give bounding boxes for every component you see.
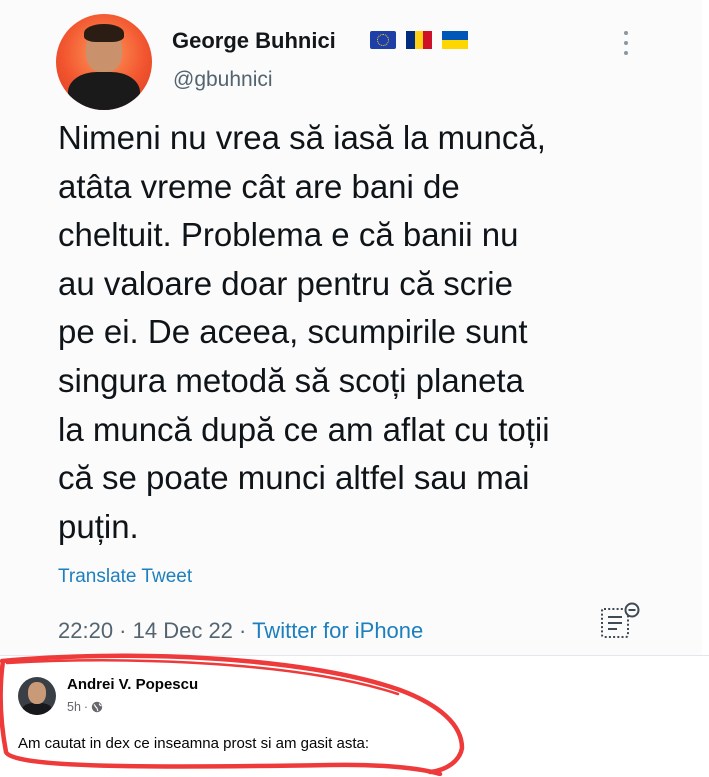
romania-flag-icon (406, 31, 433, 49)
more-options-icon[interactable] (619, 31, 633, 55)
tweet-text: Nimeni nu vrea să iasă la muncă, atâta v… (58, 119, 550, 545)
tweet-date: 14 Dec 22 (132, 618, 233, 643)
avatar-body (68, 72, 140, 110)
post-author-name[interactable]: Andrei V. Popescu (67, 676, 198, 693)
post-time[interactable]: 5h (67, 700, 81, 714)
globe-icon (91, 701, 103, 713)
tweet-source-link[interactable]: Twitter for iPhone (252, 618, 423, 643)
tweet-time: 22:20 (58, 618, 114, 643)
eu-flag-icon (370, 31, 396, 49)
post-timestamp: 5h · (67, 700, 103, 714)
tweet-author-handle[interactable]: @gbuhnici (173, 68, 273, 92)
meta-separator: · (113, 618, 133, 643)
ukraine-flag-icon (442, 31, 468, 49)
tweet-card: George Buhnici @gbuhnici Nimeni nu vrea … (0, 0, 702, 655)
meta-separator: · (232, 618, 253, 643)
tweet-author-name[interactable]: George Buhnici (172, 28, 336, 54)
post-text: Am cautat in dex ce inseamna prost si am… (18, 735, 369, 752)
facebook-post: Andrei V. Popescu 5h · Am cautat in dex … (0, 655, 709, 777)
tweet-meta: 22:20 · 14 Dec 22 · Twitter for iPhone (58, 618, 423, 644)
translate-tweet-link[interactable]: Translate Tweet (58, 566, 192, 588)
tweet-author-avatar[interactable] (56, 14, 152, 110)
tweet-analytics-icon[interactable] (599, 602, 641, 640)
flag-emojis (370, 31, 468, 49)
avatar-hair (84, 24, 124, 42)
avatar-head (28, 682, 46, 704)
time-separator: · (83, 700, 89, 714)
post-author-avatar[interactable] (18, 677, 56, 715)
avatar-body (22, 703, 52, 715)
